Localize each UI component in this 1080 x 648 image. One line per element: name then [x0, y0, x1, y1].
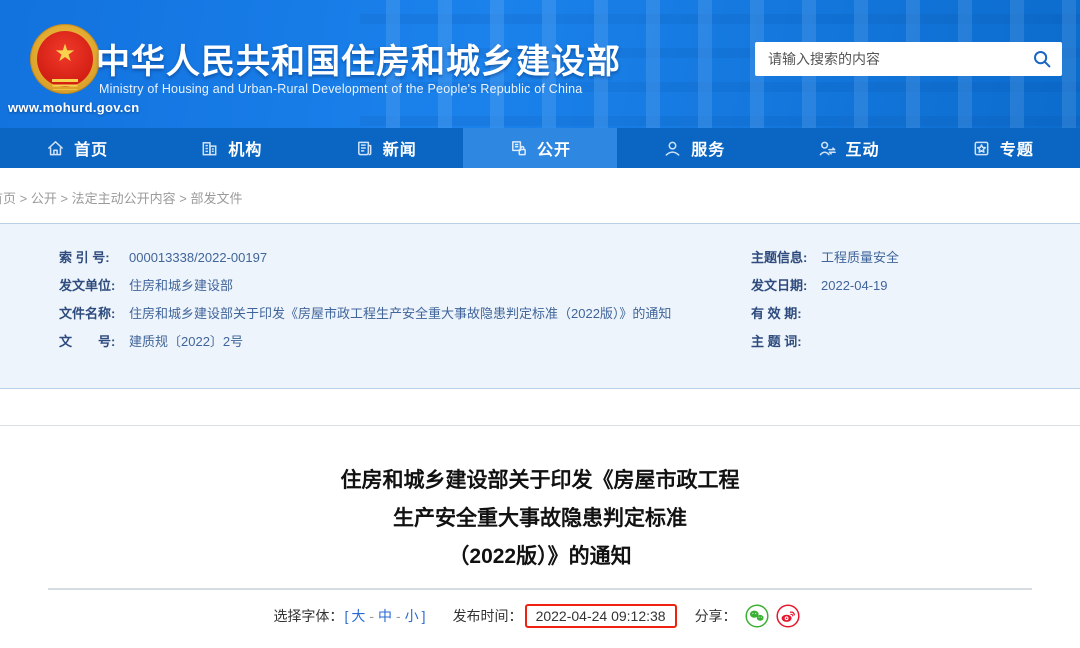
main-nav: 首页 机构 新闻 公开 服务 互动 专题: [0, 128, 1080, 168]
news-icon: [357, 141, 372, 155]
article-title: 住房和城乡建设部关于印发《房屋市政工程 生产安全重大事故隐患判定标准 （2022…: [340, 469, 740, 568]
disclosure-icon: [512, 140, 526, 155]
site-url: www.mohurd.gov.cn: [8, 100, 140, 115]
meta-row-topic-info: 主题信息: 工程质量安全: [751, 250, 900, 265]
nav-item-disclosure[interactable]: 公开: [462, 128, 618, 168]
nav-item-services[interactable]: 服务: [617, 128, 771, 168]
article-panel: 住房和城乡建设部关于印发《房屋市政工程 生产安全重大事故隐患判定标准 （2022…: [0, 425, 1080, 648]
site-header: ★ www.mohurd.gov.cn 中华人民共和国住房和城乡建设部 Mini…: [0, 0, 1080, 128]
divider: [48, 588, 1032, 590]
font-size-selector: 选择字体： [ 大 - 中 - 小 ]: [273, 606, 426, 626]
topics-icon: [974, 141, 989, 155]
page: ★ www.mohurd.gov.cn 中华人民共和国住房和城乡建设部 Mini…: [0, 0, 1080, 648]
publish-time: 发布时间： 2022-04-24 09:12:38: [453, 604, 677, 628]
wechat-icon[interactable]: [745, 604, 769, 628]
search-input[interactable]: [768, 51, 1032, 67]
breadcrumb-bar: 首页 > 公开 > 法定主动公开内容 > 部发文件: [0, 168, 1080, 223]
share-widget: 分享：: [695, 604, 807, 628]
nav-item-interaction[interactable]: 互动: [771, 128, 925, 168]
home-icon: [47, 140, 64, 155]
article-toolbar: 选择字体： [ 大 - 中 - 小 ] 发布时间： 2022-04-24 09:…: [0, 604, 1080, 628]
document-meta-box: 索 引 号: 000013338/2022-00197 发文单位: 住房和城乡建…: [0, 223, 1080, 389]
font-size-medium[interactable]: 中: [378, 606, 392, 626]
meta-row-issuing-unit: 发文单位: 住房和城乡建设部: [59, 278, 234, 293]
search-icon[interactable]: [1032, 49, 1052, 69]
meta-row-document-name: 文件名称: 住房和城乡建设部关于印发《房屋市政工程生产安全重大事故隐患判定标准（…: [59, 306, 672, 321]
site-subtitle-english: Ministry of Housing and Urban-Rural Deve…: [99, 82, 583, 96]
nav-item-home[interactable]: 首页: [0, 128, 154, 168]
font-size-small[interactable]: 小: [405, 606, 419, 626]
meta-row-subject-words: 主 题 词:: [751, 334, 802, 349]
meta-row-issue-date: 发文日期: 2022-04-19: [751, 278, 888, 293]
service-icon: [665, 141, 680, 156]
weibo-icon[interactable]: [776, 604, 800, 628]
meta-row-validity-period: 有 效 期:: [751, 306, 802, 321]
meta-row-document-number: 文 号: 建质规〔2022〕2号: [59, 334, 244, 349]
meta-row-index-number: 索 引 号: 000013338/2022-00197: [59, 250, 268, 265]
font-size-large[interactable]: 大: [351, 606, 365, 626]
publish-timestamp-highlighted: 2022-04-24 09:12:38: [524, 604, 677, 628]
breadcrumb[interactable]: 首页 > 公开 > 法定主动公开内容 > 部发文件: [0, 188, 242, 207]
interaction-icon: [819, 141, 836, 155]
organization-icon: [202, 141, 217, 155]
nav-item-topics[interactable]: 专题: [926, 128, 1080, 168]
nav-item-news[interactable]: 新闻: [309, 128, 463, 168]
search-bar[interactable]: [755, 42, 1062, 76]
site-title: 中华人民共和国住房和城乡建设部: [96, 43, 621, 81]
nav-item-organization[interactable]: 机构: [154, 128, 308, 168]
national-emblem-logo: ★: [30, 24, 100, 94]
